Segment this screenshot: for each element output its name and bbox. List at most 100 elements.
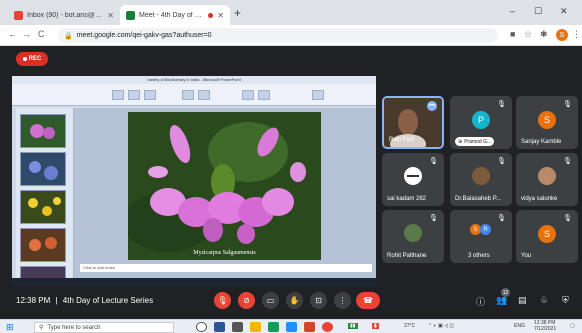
record-dot-icon [22,57,27,61]
avatar [538,167,556,185]
close-icon[interactable]: ✕ [107,11,114,20]
tab-gmail-inbox[interactable]: Inbox (90) - bot.ans@muktanand... ✕ [8,5,120,25]
language-indicator[interactable]: ENG [514,323,525,329]
participant-count-badge: 12 [501,288,510,297]
phone-hangup-icon: ☎ [363,296,373,305]
app-icon[interactable] [286,322,297,332]
participant-name: Sanjay Kamble [521,139,562,145]
participant-name: Ravi Patil [389,137,415,143]
taskbar-search[interactable]: ⚲ Type here to search [34,322,174,333]
participant-tile[interactable]: 🎙 vidya salunke [516,153,578,206]
minimize-button[interactable]: – [510,6,515,16]
more-options-button[interactable]: ⋮ [334,292,351,309]
pin-icon: ⊕ [458,138,463,145]
camera-icon[interactable]: ■ [510,29,515,39]
tray-app[interactable]: ▮ [372,323,379,329]
slide-thumbnail [20,152,66,186]
slide-thumbnail [20,228,66,262]
app-icon[interactable] [232,322,243,332]
presenter-taskbar [12,278,376,286]
recording-indicator-icon [208,12,214,18]
powerpoint-window-title: Variety of Biodiversity in India - Micro… [12,76,376,84]
avatar-image [407,175,419,177]
captions-icon: ▭ [266,296,275,305]
windows-start-icon[interactable]: ⊞ [6,322,14,333]
participant-tile[interactable]: 🎙 Rohit Palthane [382,210,444,263]
participant-tile-self[interactable]: 🎙 S You [516,210,578,263]
meeting-info-icon[interactable]: ⓘ [476,295,485,308]
tab-google-meet[interactable]: Meet - 4th Day of Lecture S... ✕ [120,5,230,25]
present-button[interactable]: ⊡ [310,292,327,309]
slide-editing-area: Mysicarpus Salgaumensis Click to add not… [74,108,376,286]
activities-icon[interactable]: ♧ [540,295,548,306]
powerpoint-icon[interactable] [304,322,315,332]
weather-temperature[interactable]: 27°C [404,323,415,329]
star-icon[interactable]: ☆ [524,29,532,40]
raise-hand-button[interactable]: ✋ [286,292,303,309]
chrome-icon[interactable] [322,322,333,332]
participant-tile[interactable]: 🎙 Dr.Balasaheb P... [450,153,512,206]
extensions-icon[interactable]: ✱ [540,29,548,40]
windows-taskbar: ⊞ ⚲ Type here to search ▮▮ ▮ 27°C ⌃ ◐ ▣ … [0,319,582,333]
camera-off-icon: ⊘ [243,296,250,305]
flower-thumbnail-image [29,237,57,251]
participant-tile[interactable]: 🎙 sai kadam 282 [382,153,444,206]
forward-button[interactable]: → [22,29,31,39]
pinned-name-chip[interactable]: ⊕ Pramod G... [455,137,495,146]
tab-title: Inbox (90) - bot.ans@muktanand... [27,11,104,19]
participant-tile[interactable]: 🎙 S Sanjay Kamble [516,96,578,149]
avatar [472,167,490,185]
ribbon-button [312,90,324,100]
task-view-icon[interactable] [196,322,207,332]
flower-thumbnail-image [28,197,61,216]
gmail-icon [14,10,23,20]
camera-toggle-button[interactable]: ⊘ [238,292,255,309]
app-icon[interactable] [214,322,225,332]
captions-button[interactable]: ▭ [262,292,279,309]
chat-icon[interactable]: ▤ [518,295,527,306]
url-input[interactable]: 🔒 meet.google.com/qei-gakv-gas?authuser=… [58,28,498,43]
profile-avatar[interactable]: S [556,29,568,41]
ribbon-button [182,90,194,100]
app-icon[interactable] [268,322,279,332]
lock-icon[interactable]: 🔒 [64,32,73,40]
mic-toggle-button[interactable]: 🎙 [214,292,231,309]
notifications-icon[interactable]: ▢ [570,323,575,329]
separator: | [55,296,58,305]
avatar: R [480,224,491,235]
ribbon-button [198,90,210,100]
participant-tile-others[interactable]: 🎙 S R 3 others [450,210,512,263]
participant-name: You [521,253,532,259]
new-tab-button[interactable]: + [234,6,241,20]
ribbon-button [112,90,124,100]
back-button[interactable]: ← [8,29,17,39]
participant-name: 3 others [468,253,490,259]
mic-off-icon: 🎙 [563,215,572,222]
host-controls-icon[interactable]: ⛨ [562,295,569,306]
avatar [404,224,422,242]
current-slide: Mysicarpus Salgaumensis [128,112,321,260]
participant-name: vidya salunke [521,196,558,202]
mic-off-icon: 🎙 [217,296,228,305]
tray-icons[interactable]: ⌃ ◐ ▣ ◁ ◫ [428,323,454,329]
tray-app[interactable]: ▮▮ [348,323,358,329]
more-options-icon[interactable]: ••• [427,101,437,111]
restore-button[interactable]: ☐ [534,6,542,17]
close-icon[interactable]: ✕ [217,11,224,20]
participant-tile[interactable]: ••• Ravi Patil [382,96,444,149]
clock[interactable]: 12:38 PM 7/12/2021 [534,320,556,332]
menu-icon[interactable]: ⋮ [572,29,581,40]
avatar: P [472,111,490,129]
clock-date: 7/12/2021 [534,326,557,332]
reload-button[interactable]: C [38,29,45,39]
close-window-button[interactable]: ✕ [560,6,568,17]
avatar [404,167,422,185]
mic-off-icon: 🎙 [497,158,506,165]
flower-thumbnail-image [29,161,58,180]
file-explorer-icon[interactable] [250,322,261,332]
mic-off-icon: 🎙 [563,158,572,165]
flower-photo [128,112,321,260]
end-call-button[interactable]: ☎ [356,292,380,309]
participant-tile[interactable]: 🎙 P ⊕ Pramod G... [450,96,512,149]
meeting-time: 12:38 PM [16,296,51,305]
